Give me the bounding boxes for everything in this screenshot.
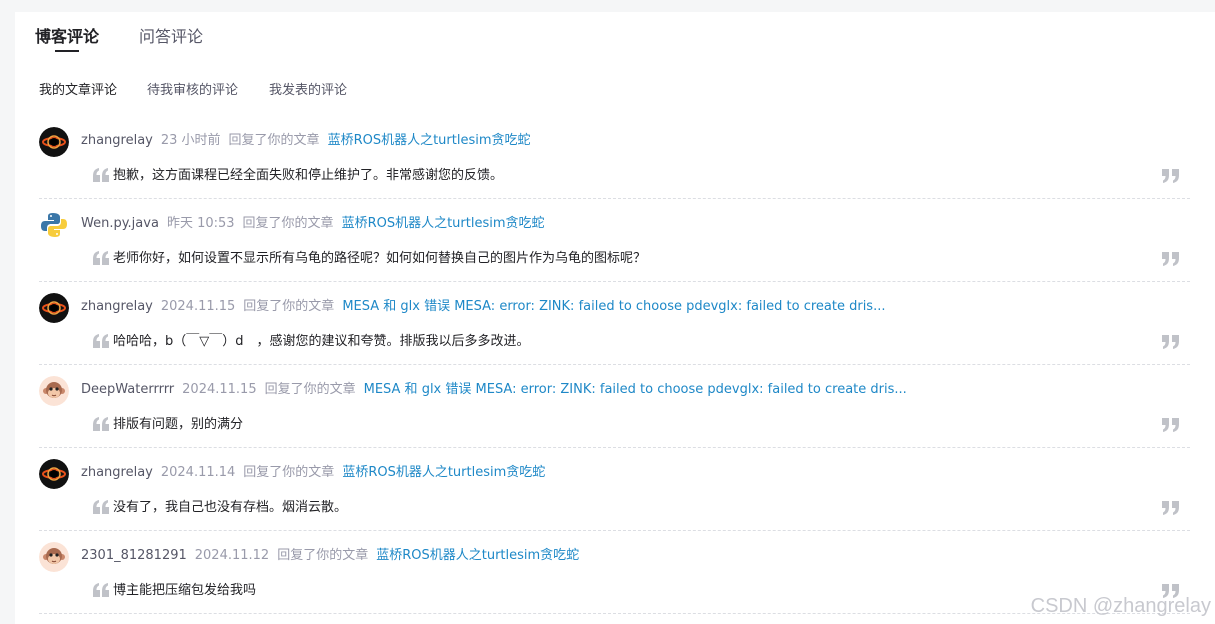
comment-time: 23 小时前 xyxy=(160,133,221,148)
comment-body: 哈哈哈，b（￣▽￣）d ，感谢您的建议和夸赞。排版我以后多多改进。 xyxy=(93,333,530,351)
comment-meta: 2301_81281291 2024.11.12 回复了你的文章 蓝桥ROS机器人之t… xyxy=(81,547,579,565)
comment-action: 回复了你的文章 xyxy=(243,465,335,480)
comment-action: 回复了你的文章 xyxy=(243,299,335,314)
subtab-my-posted-comments[interactable]: 我发表的评论 xyxy=(269,82,347,100)
avatar[interactable] xyxy=(39,376,69,406)
comment-time: 昨天 10:53 xyxy=(166,216,235,231)
article-link[interactable]: 蓝桥ROS机器人之turtlesim贪吃蛇 xyxy=(342,465,545,480)
subtab-pending-review[interactable]: 待我审核的评论 xyxy=(147,82,238,100)
quote-open-icon xyxy=(93,334,109,348)
quote-open-icon xyxy=(93,251,109,265)
comment-time: 2024.11.15 xyxy=(182,382,257,397)
reply-quote-icon[interactable] xyxy=(1162,168,1180,183)
comment-time: 2024.11.15 xyxy=(160,299,236,314)
quote-open-icon xyxy=(93,168,109,182)
avatar[interactable] xyxy=(39,127,69,157)
comment-meta: zhangrelay 2024.11.14 回复了你的文章 蓝桥ROS机器人之turt… xyxy=(81,464,545,482)
comment-text: 排版有问题，别的满分 xyxy=(113,417,244,432)
active-tab-indicator xyxy=(55,50,79,52)
comment-time: 2024.11.12 xyxy=(194,548,270,563)
comment-body: 抱歉，这方面课程已经全面失败和停止维护了。非常感谢您的反馈。 xyxy=(93,167,503,185)
comment-body: 排版有问题，别的满分 xyxy=(93,416,243,434)
comment-meta: zhangrelay 23 小时前 回复了你的文章 蓝桥ROS机器人之turtlesi… xyxy=(81,132,531,150)
comments-panel: 博客评论 问答评论 我的文章评论 待我审核的评论 我发表的评论 zhangrel… xyxy=(15,12,1215,624)
comment-body: 博主能把压缩包发给我吗 xyxy=(93,582,256,600)
article-link[interactable]: MESA 和 glx 错误 MESA: error: ZINK: failed … xyxy=(364,382,907,397)
comment-body: 没有了，我自己也没有存档。烟消云散。 xyxy=(93,499,347,517)
tab-blog-comments[interactable]: 博客评论 xyxy=(35,26,99,48)
article-link[interactable]: MESA 和 glx 错误 MESA: error: ZINK: failed … xyxy=(342,299,885,314)
comment-item: zhangrelay 2024.11.15 回复了你的文章 MESA 和 glx 错误… xyxy=(39,281,1190,365)
comment-item: zhangrelay 2024.11.14 回复了你的文章 蓝桥ROS机器人之turt… xyxy=(39,447,1190,531)
comment-username[interactable]: 2301_81281291 xyxy=(81,548,187,563)
comment-meta: Wen.py.java 昨天 10:53 回复了你的文章 蓝桥ROS机器人之turtl… xyxy=(81,215,545,233)
comment-time: 2024.11.14 xyxy=(160,465,236,480)
comment-meta: zhangrelay 2024.11.15 回复了你的文章 MESA 和 glx 错误… xyxy=(81,298,885,316)
comment-meta: DeepWaterrrrr 2024.11.15 回复了你的文章 MESA 和 glx… xyxy=(81,381,907,399)
reply-quote-icon[interactable] xyxy=(1162,251,1180,266)
quote-open-icon xyxy=(93,583,109,597)
reply-quote-icon[interactable] xyxy=(1162,500,1180,515)
comment-action: 回复了你的文章 xyxy=(277,548,369,563)
comment-action: 回复了你的文章 xyxy=(264,382,356,397)
comment-username[interactable]: Wen.py.java xyxy=(81,216,159,231)
article-link[interactable]: 蓝桥ROS机器人之turtlesim贪吃蛇 xyxy=(328,133,531,148)
comment-text: 没有了，我自己也没有存档。烟消云散。 xyxy=(113,500,348,515)
comment-username[interactable]: zhangrelay xyxy=(81,465,153,480)
article-link[interactable]: 蓝桥ROS机器人之turtlesim贪吃蛇 xyxy=(342,216,545,231)
comment-text: 抱歉，这方面课程已经全面失败和停止维护了。非常感谢您的反馈。 xyxy=(113,168,504,183)
comment-body: 老师你好，如何设置不显示所有乌龟的路径呢？如何如何替换自己的图片作为乌龟的图标呢… xyxy=(93,250,646,268)
comment-username[interactable]: zhangrelay xyxy=(81,299,153,314)
comment-item: zhangrelay 23 小时前 回复了你的文章 蓝桥ROS机器人之turtlesi… xyxy=(39,115,1190,199)
quote-open-icon xyxy=(93,500,109,514)
reply-quote-icon[interactable] xyxy=(1162,334,1180,349)
reply-quote-icon[interactable] xyxy=(1162,417,1180,432)
watermark: CSDN @zhangrelay xyxy=(1030,595,1211,617)
avatar[interactable] xyxy=(39,210,69,240)
comment-username[interactable]: DeepWaterrrrr xyxy=(81,382,174,397)
tab-qa-comments[interactable]: 问答评论 xyxy=(139,26,203,48)
comment-item: DeepWaterrrrr 2024.11.15 回复了你的文章 MESA 和 glx… xyxy=(39,364,1190,448)
comment-username[interactable]: zhangrelay xyxy=(81,133,153,148)
comment-action: 回复了你的文章 xyxy=(228,133,320,148)
comment-text: 老师你好，如何设置不显示所有乌龟的路径呢？如何如何替换自己的图片作为乌龟的图标呢… xyxy=(113,251,647,266)
comment-text: 哈哈哈，b（￣▽￣）d ，感谢您的建议和夸赞。排版我以后多多改进。 xyxy=(113,334,530,349)
comment-action: 回复了你的文章 xyxy=(242,216,334,231)
article-link[interactable]: 蓝桥ROS机器人之turtlesim贪吃蛇 xyxy=(376,548,579,563)
avatar[interactable] xyxy=(39,459,69,489)
comment-item: Wen.py.java 昨天 10:53 回复了你的文章 蓝桥ROS机器人之turtl… xyxy=(39,198,1190,282)
avatar[interactable] xyxy=(39,293,69,323)
comment-text: 博主能把压缩包发给我吗 xyxy=(113,583,257,598)
quote-open-icon xyxy=(93,417,109,431)
comment-item: 2301_81281291 2024.11.12 回复了你的文章 蓝桥ROS机器人之t… xyxy=(39,530,1190,614)
avatar[interactable] xyxy=(39,542,69,572)
subtab-my-article-comments[interactable]: 我的文章评论 xyxy=(39,82,117,100)
